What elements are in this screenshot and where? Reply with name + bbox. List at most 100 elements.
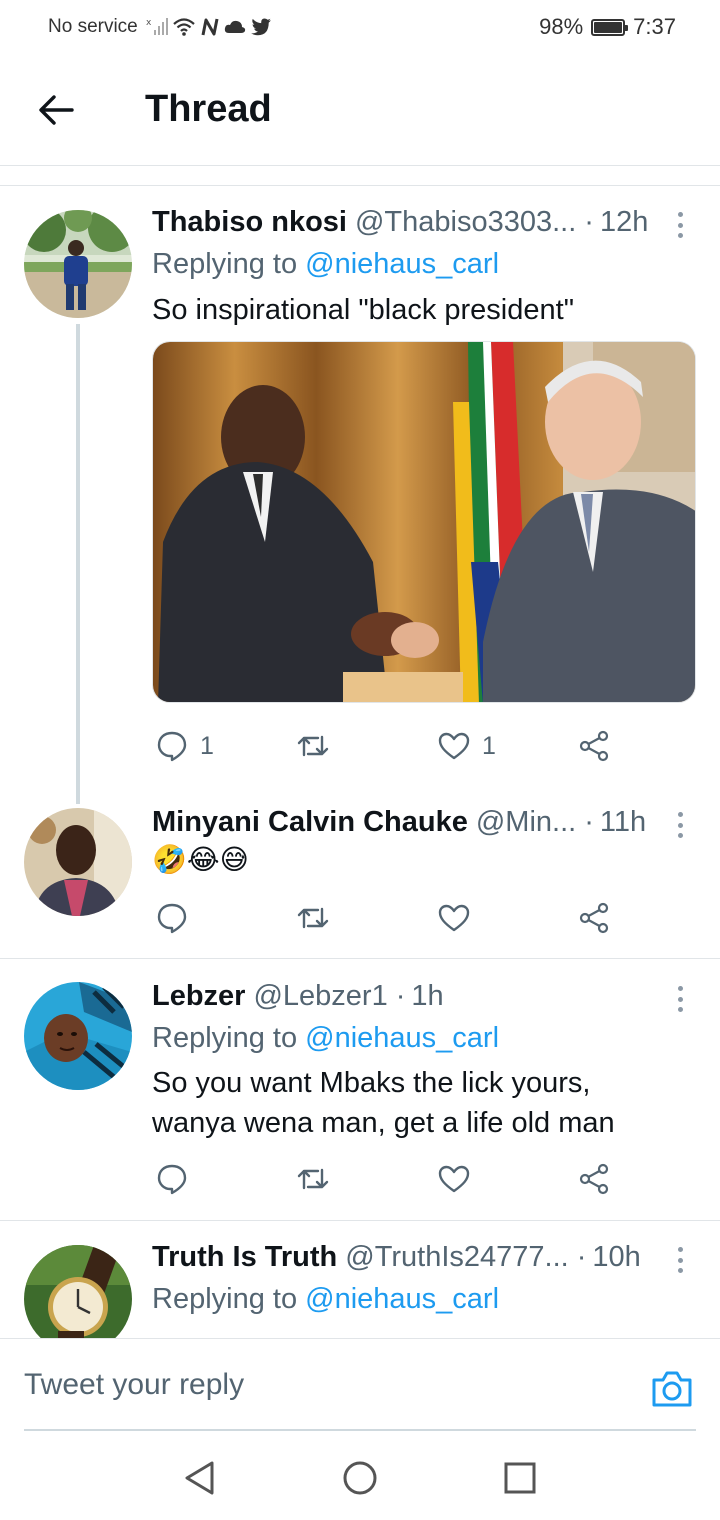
reply-input[interactable] (24, 1339, 624, 1429)
svg-text:x: x (146, 18, 152, 28)
no-signal-icon: x (146, 18, 168, 35)
battery-percent: 98% (539, 14, 584, 39)
tweet-thabiso[interactable]: Thabiso nkosi @Thabiso3303... · 12h Repl… (0, 186, 720, 806)
author-handle[interactable]: @Lebzer1 (253, 980, 387, 1013)
share-button[interactable] (578, 898, 610, 938)
author-name[interactable]: Minyani Calvin Chauke (152, 806, 468, 839)
nav-home-button[interactable] (340, 1458, 380, 1498)
tweet-truth[interactable]: Truth Is Truth @TruthIs24777... · 10h Re… (0, 1221, 720, 1338)
tweet-header: Truth Is Truth @TruthIs24777... · 10h (152, 1241, 690, 1274)
timestamp[interactable]: 10h (592, 1241, 640, 1274)
retweet-icon (297, 907, 329, 929)
reply-button[interactable] (156, 1159, 200, 1199)
status-left: No service x (48, 16, 272, 38)
mention-link[interactable]: @niehaus_carl (305, 1283, 499, 1315)
carrier-label: No service (48, 16, 138, 37)
more-options-button[interactable] (670, 808, 690, 842)
avatar[interactable] (24, 1245, 132, 1338)
avatar[interactable] (24, 982, 132, 1090)
like-button[interactable] (438, 1159, 482, 1199)
author-name[interactable]: Truth Is Truth (152, 1241, 337, 1274)
reply-button[interactable] (156, 898, 200, 938)
heart-icon (438, 732, 470, 760)
tweet-photo[interactable] (152, 341, 696, 703)
separator-dot: · (395, 980, 406, 1012)
timestamp[interactable]: 11h (600, 806, 646, 839)
reply-icon (157, 903, 187, 934)
replying-to: Replying to @niehaus_carl (152, 1283, 499, 1316)
reply-composer (0, 1338, 720, 1431)
mention-link[interactable]: @niehaus_carl (305, 248, 499, 280)
reply-count: 1 (200, 731, 214, 760)
system-nav-bar (0, 1432, 720, 1520)
nfc-icon (201, 18, 219, 36)
tweet-text: So you want Mbaks the lick yours, wanya … (152, 1067, 615, 1139)
heart-icon (438, 1165, 470, 1193)
more-options-button[interactable] (670, 1243, 690, 1277)
reply-button[interactable]: 1 (156, 726, 214, 766)
author-name[interactable]: Thabiso nkosi (152, 206, 347, 239)
back-triangle-icon (185, 1461, 214, 1495)
retweet-button[interactable] (296, 1159, 342, 1199)
clock: 7:37 (633, 14, 676, 39)
avatar[interactable] (24, 210, 132, 318)
author-handle[interactable]: @Min... (476, 806, 576, 839)
retweet-button[interactable] (296, 898, 342, 938)
reply-icon (157, 1164, 187, 1195)
battery-fill (594, 21, 622, 33)
share-icon (579, 730, 609, 762)
status-icons: x (146, 17, 272, 37)
page-title: Thread (145, 88, 272, 130)
retweet-icon (297, 735, 329, 757)
tweet-lebzer[interactable]: Lebzer @Lebzer1 · 1h Replying to @niehau… (0, 959, 720, 1221)
thread-feed[interactable]: Thabiso nkosi @Thabiso3303... · 12h Repl… (0, 185, 720, 1338)
status-right: 98% 7:37 (539, 14, 676, 40)
share-icon (579, 902, 609, 934)
retweet-icon (297, 1168, 329, 1190)
home-circle-icon (343, 1461, 377, 1495)
avatar[interactable] (24, 808, 132, 916)
camera-icon (652, 1371, 692, 1407)
nav-back-button[interactable] (180, 1458, 220, 1498)
more-options-button[interactable] (670, 208, 690, 242)
replying-to: Replying to @niehaus_carl (152, 1022, 499, 1055)
tweet-header: Lebzer @Lebzer1 · 1h (152, 980, 690, 1013)
share-button[interactable] (578, 726, 610, 766)
like-button[interactable] (438, 898, 482, 938)
back-button[interactable] (34, 88, 78, 132)
nav-recents-button[interactable] (500, 1458, 540, 1498)
recents-square-icon (504, 1462, 536, 1494)
composer-underline (24, 1429, 696, 1431)
status-bar: No service x 98% 7:37 (0, 0, 720, 56)
heart-icon (438, 904, 470, 932)
retweet-button[interactable] (296, 726, 342, 766)
separator-dot: · (584, 806, 594, 838)
author-handle[interactable]: @Thabiso3303... (355, 206, 576, 239)
share-icon (579, 1163, 609, 1195)
mention-link[interactable]: @niehaus_carl (305, 1022, 499, 1054)
reply-icon (157, 731, 187, 762)
tweet-actions (152, 898, 622, 938)
like-count: 1 (482, 731, 496, 760)
tweet-minyani[interactable]: Minyani Calvin Chauke @Min... · 11h 🤣😂😅 (0, 806, 720, 958)
twitter-bird-icon (250, 18, 271, 36)
share-button[interactable] (578, 1159, 610, 1199)
author-name[interactable]: Lebzer (152, 980, 245, 1013)
like-button[interactable]: 1 (438, 726, 496, 766)
author-handle[interactable]: @TruthIs24777... (345, 1241, 568, 1274)
tweet-text: So inspirational "black president" (152, 294, 574, 326)
replying-to: Replying to @niehaus_carl (152, 248, 499, 281)
tweet-actions (152, 1159, 622, 1199)
timestamp[interactable]: 1h (411, 980, 443, 1013)
replying-prefix: Replying to (152, 1022, 298, 1054)
tweet-text: 🤣😂😅 (152, 843, 249, 876)
camera-button[interactable] (650, 1369, 694, 1409)
wifi-icon (173, 18, 195, 36)
tweet-header: Thabiso nkosi @Thabiso3303... · 12h (152, 206, 690, 239)
arrow-left-icon (39, 95, 74, 125)
header: Thread (0, 56, 720, 166)
separator-dot: · (576, 1241, 587, 1273)
thread-connector (76, 324, 80, 804)
timestamp[interactable]: 12h (600, 206, 648, 239)
more-options-button[interactable] (670, 982, 690, 1016)
